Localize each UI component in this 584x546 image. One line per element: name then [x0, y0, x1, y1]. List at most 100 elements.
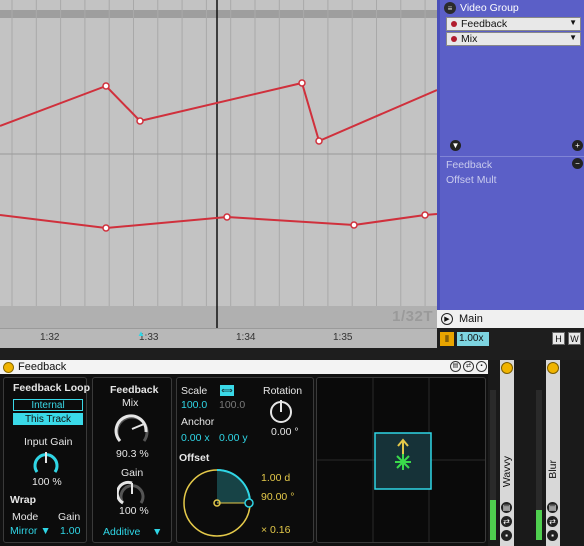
scale-x-value[interactable]: 100.0 — [181, 399, 207, 411]
mode-select[interactable]: Mirror ▼ — [10, 525, 51, 537]
breakpoint[interactable] — [421, 211, 429, 219]
wrap-gain-value[interactable]: 1.00 — [60, 525, 80, 537]
track-header-panel: ≡ Video Group Feedback ▼ Mix ▼ ▼ + Feedb… — [437, 0, 584, 310]
mode-label: Mode — [12, 511, 39, 523]
gain-value[interactable]: 100 % — [119, 505, 149, 517]
offset-angle-value[interactable]: 90.00 ° — [261, 491, 294, 503]
scale-link-icon[interactable]: ⟺ — [220, 385, 234, 396]
add-lane-icon[interactable]: + — [572, 140, 583, 151]
device-save-icon[interactable]: ▪ — [547, 530, 558, 541]
group-fold-icon[interactable]: ≡ — [444, 2, 456, 14]
lane-item[interactable]: Feedback — [440, 158, 584, 173]
device-save-icon[interactable]: ▪ — [476, 361, 487, 372]
loop-marker-icon[interactable]: ▲ — [137, 329, 145, 338]
wrap-gain-label: Gain — [58, 511, 81, 523]
input-gain-knob[interactable] — [31, 448, 61, 478]
rotation-label: Rotation — [263, 385, 303, 397]
grid-resolution-label: 1/32T — [392, 308, 433, 325]
feedback-device: Feedback Loop Internal This Track Input … — [0, 374, 488, 546]
breakpoint[interactable] — [102, 82, 110, 90]
device-dot-icon — [451, 21, 457, 27]
input-gain-value[interactable]: 100 % — [32, 476, 62, 488]
anchor-y-value[interactable]: 0.00 y — [219, 432, 248, 444]
chevron-down-icon: ▼ — [569, 18, 577, 27]
device-strip-blur[interactable]: Blur ▤ ⇄ ▪ — [546, 360, 560, 546]
group-header[interactable]: ≡ Video Group — [440, 0, 584, 16]
scale-y-value[interactable]: 100.0 — [219, 399, 245, 411]
play-icon[interactable]: ▶ — [441, 313, 453, 325]
offset-distance-value[interactable]: 1.00 d — [261, 472, 290, 484]
ruler-label: 1:35 — [333, 332, 353, 343]
device-chooser[interactable]: Feedback ▼ — [446, 17, 581, 31]
scale-label: Scale — [181, 385, 208, 397]
device-menu-icon[interactable]: ▤ — [501, 502, 512, 513]
internal-button[interactable]: Internal — [13, 399, 83, 411]
device-save-icon[interactable]: ▪ — [501, 530, 512, 541]
breakpoint[interactable] — [136, 117, 144, 125]
ruler-label: 1:32 — [40, 332, 60, 343]
offset-mult-value[interactable]: × 0.16 — [261, 524, 291, 536]
device-title-bar[interactable]: Feedback ▤ ⇄ ▪ — [0, 360, 490, 374]
zoom-field[interactable]: 1.00x — [457, 332, 489, 346]
breakpoint[interactable] — [298, 79, 306, 87]
device-name: Blur — [547, 460, 559, 479]
anchor-label: Anchor — [181, 416, 215, 428]
device-power-icon[interactable] — [501, 362, 513, 374]
wrap-title: Wrap — [10, 494, 37, 506]
device-link-icon[interactable]: ⇄ — [501, 516, 512, 527]
width-button[interactable]: W — [568, 332, 581, 345]
offset-label: Offset — [179, 452, 210, 464]
ruler-label: 1:34 — [236, 332, 256, 343]
waveform-icon[interactable]: ⦀ — [440, 332, 454, 346]
automation-lanes[interactable] — [0, 0, 437, 328]
anchor-x-value[interactable]: 0.00 x — [181, 432, 210, 444]
rotation-knob[interactable] — [268, 398, 294, 424]
parameter-chooser[interactable]: Mix ▼ — [446, 32, 581, 46]
breakpoint[interactable] — [350, 221, 358, 229]
track-name: Main — [459, 313, 483, 325]
mix-knob[interactable] — [113, 410, 151, 448]
preview-canvas[interactable] — [317, 378, 485, 542]
lane-fold-icon[interactable]: ▼ — [450, 140, 461, 151]
rotation-value[interactable]: 0.00 ° — [271, 426, 299, 438]
blend-mode-select[interactable]: Additive ▼ — [103, 526, 162, 538]
lane-item[interactable]: Offset Mult — [440, 173, 584, 188]
input-gain-label: Input Gain — [24, 436, 73, 448]
gain-label: Gain — [121, 467, 144, 479]
feedback-section: Feedback Mix 90.3 % Gain 100 % Additive … — [92, 377, 172, 543]
level-meter — [490, 390, 496, 540]
device-power-icon[interactable] — [3, 361, 14, 373]
chevron-down-icon: ▼ — [569, 33, 577, 42]
mix-value[interactable]: 90.3 % — [116, 448, 149, 460]
arrangement-view[interactable]: 1/32T — [0, 0, 437, 328]
section-title: Feedback Loop — [13, 382, 91, 394]
offset-dial[interactable] — [180, 466, 254, 540]
breakpoint[interactable] — [315, 137, 323, 145]
beat-ruler[interactable]: 1:32 1:33 1:34 1:35 ▲ — [0, 328, 437, 348]
device-menu-icon[interactable]: ▤ — [450, 361, 461, 372]
mix-label: Mix — [122, 397, 139, 409]
device-link-icon[interactable]: ⇄ — [463, 361, 474, 372]
this-track-button[interactable]: This Track — [13, 413, 83, 425]
device-title: Feedback — [18, 361, 67, 373]
level-meter — [536, 390, 542, 540]
device-power-icon[interactable] — [547, 362, 559, 374]
param-dot-icon — [451, 36, 457, 42]
device-strip-wavvy[interactable]: Wavvy ▤ ⇄ ▪ — [500, 360, 514, 546]
zoom-controls: ⦀ 1.00x H W — [437, 330, 584, 348]
transform-section: Scale ⟺ 100.0 100.0 Rotation 0.00 ° Anch… — [176, 377, 314, 543]
section-title: Feedback — [110, 384, 159, 396]
device-name: Wavvy — [501, 456, 513, 488]
transform-preview[interactable] — [316, 377, 486, 543]
breakpoint[interactable] — [223, 213, 231, 221]
feedback-loop-section: Feedback Loop Internal This Track Input … — [3, 377, 91, 543]
automation-lane-list: Feedback Offset Mult — [440, 156, 584, 188]
track-row-main[interactable]: ▶ Main — [437, 310, 584, 328]
height-button[interactable]: H — [552, 332, 565, 345]
device-menu-icon[interactable]: ▤ — [547, 502, 558, 513]
device-link-icon[interactable]: ⇄ — [547, 516, 558, 527]
device-chain-rack: Wavvy ▤ ⇄ ▪ Blur ▤ ⇄ ▪ — [488, 360, 584, 546]
breakpoint[interactable] — [102, 224, 110, 232]
remove-lane-icon[interactable]: − — [572, 158, 583, 169]
group-title: Video Group — [460, 2, 519, 14]
